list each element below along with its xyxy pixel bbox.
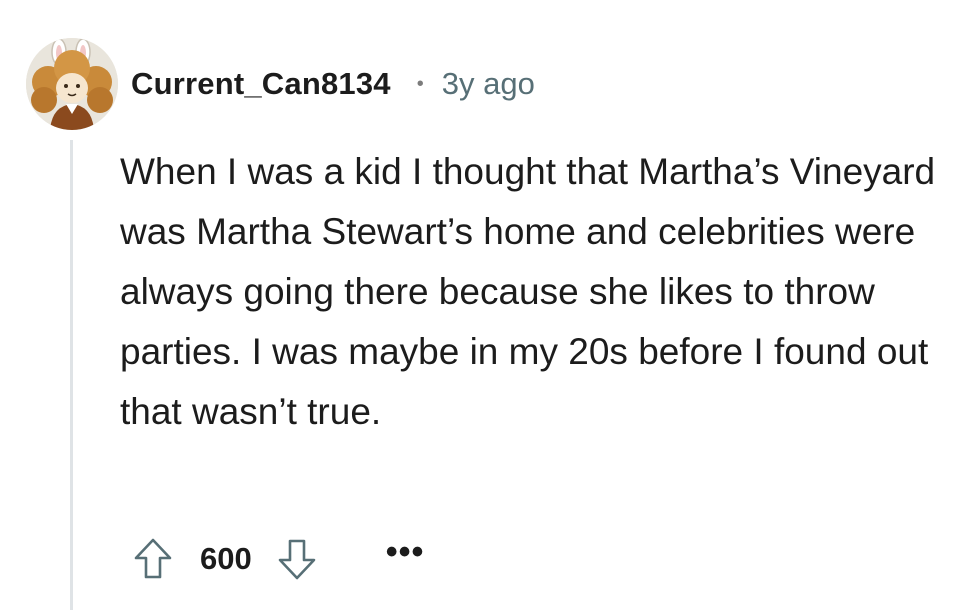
avatar[interactable] <box>26 38 118 130</box>
thread-line[interactable] <box>70 140 73 610</box>
username[interactable]: Current_Can8134 <box>131 66 391 102</box>
timestamp[interactable]: 3y ago <box>442 66 535 102</box>
avatar-image <box>26 38 118 130</box>
vote-score: 600 <box>200 541 252 576</box>
upvote-button[interactable] <box>130 534 176 584</box>
downvote-arrow-icon <box>278 539 316 580</box>
more-options-button[interactable]: ••• <box>386 535 425 576</box>
downvote-button[interactable] <box>274 534 320 584</box>
separator-dot: • <box>416 72 424 95</box>
upvote-arrow-icon <box>134 538 172 579</box>
comment-text: When I was a kid I thought that Martha’s… <box>120 151 936 432</box>
comment-header: Current_Can8134 • 3y ago <box>131 62 535 106</box>
comment-actions: 600 ••• <box>130 532 424 586</box>
